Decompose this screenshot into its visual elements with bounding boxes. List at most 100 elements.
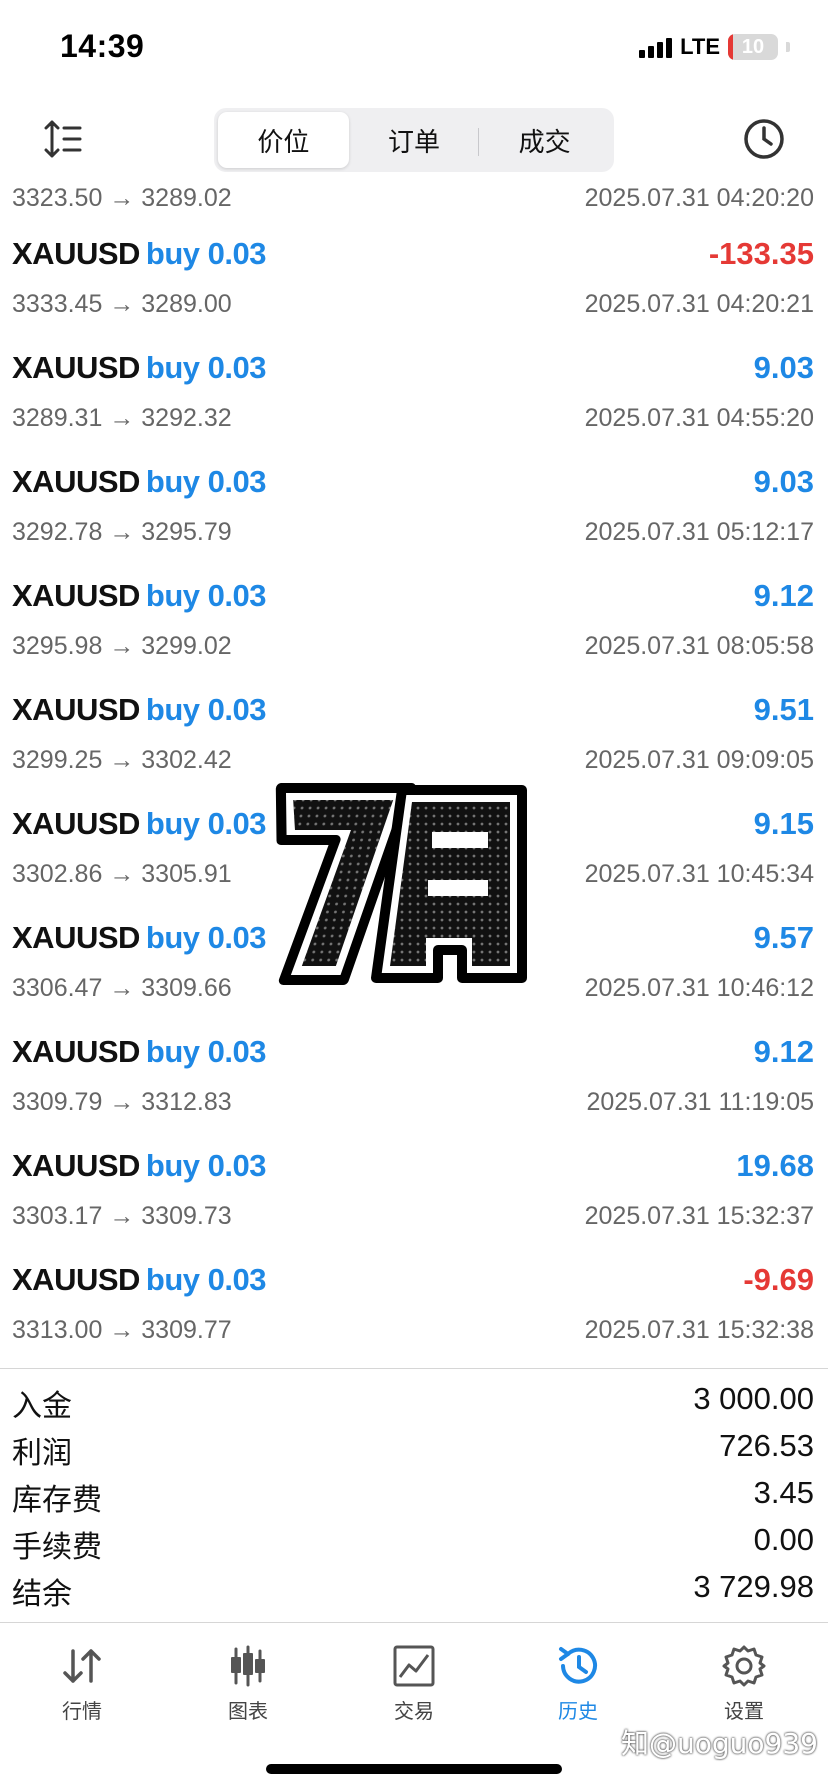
- tabbar-label: 历史: [558, 1701, 598, 1723]
- list-item[interactable]: XAUUSD buy 0.03 -133.35 3333.45 → 3289.00 20…: [0, 224, 828, 338]
- list-item[interactable]: XAUUSD buy 0.03 9.03 3289.31 → 3292.32 2025.…: [0, 338, 828, 452]
- account-summary: 入金 3 000.00 利润 726.53 库存费 3.45 手续费 0.00 结余 3 729.…: [0, 1368, 828, 1611]
- summary-value: 3 000.00: [693, 1381, 814, 1416]
- segmented-control: 价位 订单 成交: [214, 108, 614, 172]
- tabbar-item-settings[interactable]: 设置: [684, 1643, 804, 1724]
- list-item[interactable]: XAUUSD buy 0.03 -9.69 3313.00 → 3309.77 2025…: [0, 1250, 828, 1364]
- deal-title: XAUUSD buy 0.03: [12, 920, 266, 956]
- deals-list: 3323.50 → 3289.02 2025.07.31 04:20:20 XA…: [0, 176, 828, 1364]
- tabbar-item-trade[interactable]: 交易: [354, 1643, 474, 1724]
- tabbar-label: 行情: [62, 1701, 102, 1723]
- status-bar: 14:39 LTE 10: [0, 0, 828, 100]
- tab-deals[interactable]: 成交: [478, 112, 610, 168]
- deal-profit: 9.03: [753, 464, 814, 499]
- deal-title: XAUUSD buy 0.03: [12, 1034, 266, 1070]
- list-item[interactable]: XAUUSD buy 0.03 9.51 3299.25 → 3302.42 2025.…: [0, 680, 828, 794]
- deal-profit: 9.03: [753, 350, 814, 385]
- deal-profit: 9.12: [753, 578, 814, 613]
- deal-title: XAUUSD buy 0.03: [12, 1148, 266, 1184]
- battery-level: 10: [741, 36, 765, 58]
- deal-time: 2025.07.31 04:20:20: [584, 184, 814, 212]
- deal-symbol: XAUUSD: [12, 920, 140, 955]
- deal-side-volume: buy 0.03: [145, 464, 267, 499]
- list-item[interactable]: XAUUSD buy 0.03 9.03 3292.78 → 3295.79 2025.…: [0, 452, 828, 566]
- deal-time: 2025.07.31 09:09:05: [584, 746, 814, 774]
- list-item[interactable]: XAUUSD buy 0.03 19.68 3303.17 → 3309.73 2025…: [0, 1136, 828, 1250]
- status-time: 14:39: [60, 28, 145, 64]
- summary-row: 库存费 3.45: [0, 1469, 828, 1517]
- list-item[interactable]: XAUUSD buy 0.03 9.12 3295.98 → 3299.02 2025.…: [0, 566, 828, 680]
- deal-title: XAUUSD buy 0.03: [12, 578, 266, 614]
- quotes-arrows-icon: [63, 1649, 101, 1683]
- month-sticker-image: 7月: [275, 783, 527, 985]
- tab-orders[interactable]: 订单: [349, 112, 480, 168]
- summary-label: 利润: [12, 1437, 72, 1470]
- status-indicators: LTE 10: [639, 34, 790, 60]
- deal-symbol: XAUUSD: [12, 692, 140, 727]
- deal-profit: 9.57: [753, 920, 814, 955]
- tabbar-label: 图表: [228, 1701, 268, 1723]
- deal-side-volume: buy 0.03: [145, 806, 267, 841]
- deal-symbol: XAUUSD: [12, 1034, 140, 1069]
- list-item[interactable]: XAUUSD buy 0.03 9.12 3309.79 → 3312.83 2025.…: [0, 1022, 828, 1136]
- list-item[interactable]: 3323.50 → 3289.02 2025.07.31 04:20:20: [0, 176, 828, 224]
- deal-profit: 9.51: [753, 692, 814, 727]
- deal-title: XAUUSD buy 0.03: [12, 350, 266, 386]
- summary-label: 结余: [12, 1578, 72, 1611]
- trade-chart-icon: [393, 1645, 435, 1687]
- summary-row: 利润 726.53: [0, 1422, 828, 1470]
- tab-price[interactable]: 价位: [218, 112, 349, 168]
- deal-title: XAUUSD buy 0.03: [12, 236, 266, 272]
- network-type: LTE: [680, 34, 720, 59]
- tabbar-item-history[interactable]: 历史: [518, 1643, 638, 1724]
- sort-icon[interactable]: [42, 118, 84, 160]
- home-indicator[interactable]: [266, 1764, 562, 1774]
- deal-time: 2025.07.31 10:46:12: [584, 974, 814, 1002]
- deal-profit: -9.69: [743, 1262, 814, 1297]
- deal-time: 2025.07.31 04:55:20: [584, 404, 814, 432]
- deal-title: XAUUSD buy 0.03: [12, 464, 266, 500]
- clock-icon[interactable]: [742, 117, 786, 161]
- deal-side-volume: buy 0.03: [145, 1148, 267, 1183]
- deal-symbol: XAUUSD: [12, 578, 140, 613]
- deal-title: XAUUSD buy 0.03: [12, 806, 266, 842]
- summary-row: 手续费 0.00: [0, 1516, 828, 1564]
- deal-time: 2025.07.31 04:20:21: [584, 290, 814, 318]
- tabbar-label: 设置: [724, 1701, 764, 1723]
- deal-side-volume: buy 0.03: [145, 236, 267, 271]
- deal-prices: 3313.00 → 3309.77: [12, 1316, 232, 1344]
- deal-title: XAUUSD buy 0.03: [12, 692, 266, 728]
- deal-profit: 19.68: [736, 1148, 814, 1183]
- deal-time: 2025.07.31 05:12:17: [584, 518, 814, 546]
- summary-value: 726.53: [719, 1428, 814, 1463]
- deal-time: 2025.07.31 15:32:38: [584, 1316, 814, 1344]
- deal-prices: 3309.79 → 3312.83: [12, 1088, 232, 1116]
- summary-label: 入金: [12, 1390, 72, 1423]
- tabbar-item-chart[interactable]: 图表: [188, 1643, 308, 1724]
- deal-symbol: XAUUSD: [12, 236, 140, 271]
- tabbar-item-quotes[interactable]: 行情: [22, 1643, 142, 1724]
- summary-value: 3.45: [753, 1475, 814, 1510]
- deal-side-volume: buy 0.03: [145, 350, 267, 385]
- deal-prices: 3306.47 → 3309.66: [12, 974, 232, 1002]
- deal-time: 2025.07.31 11:19:05: [586, 1088, 814, 1116]
- deal-prices: 3289.31 → 3292.32: [12, 404, 232, 432]
- battery-tip: [786, 42, 790, 52]
- signal-strength-icon: [639, 36, 673, 58]
- deal-prices: 3302.86 → 3305.91: [12, 860, 232, 888]
- deal-prices: 3295.98 → 3299.02: [12, 632, 232, 660]
- deal-side-volume: buy 0.03: [145, 692, 267, 727]
- summary-label: 库存费: [12, 1484, 102, 1517]
- deal-symbol: XAUUSD: [12, 806, 140, 841]
- deal-title: XAUUSD buy 0.03: [12, 1262, 266, 1298]
- battery-icon: 10: [728, 34, 778, 60]
- deal-profit: -133.35: [708, 236, 814, 271]
- settings-gear-icon: [722, 1645, 766, 1687]
- history-clock-icon: [559, 1647, 597, 1684]
- deal-profit: 9.15: [753, 806, 814, 841]
- deal-symbol: XAUUSD: [12, 1148, 140, 1183]
- deal-symbol: XAUUSD: [12, 1262, 140, 1297]
- deal-symbol: XAUUSD: [12, 350, 140, 385]
- deal-time: 2025.07.31 15:32:37: [584, 1202, 814, 1230]
- candlestick-chart-icon: [231, 1645, 265, 1687]
